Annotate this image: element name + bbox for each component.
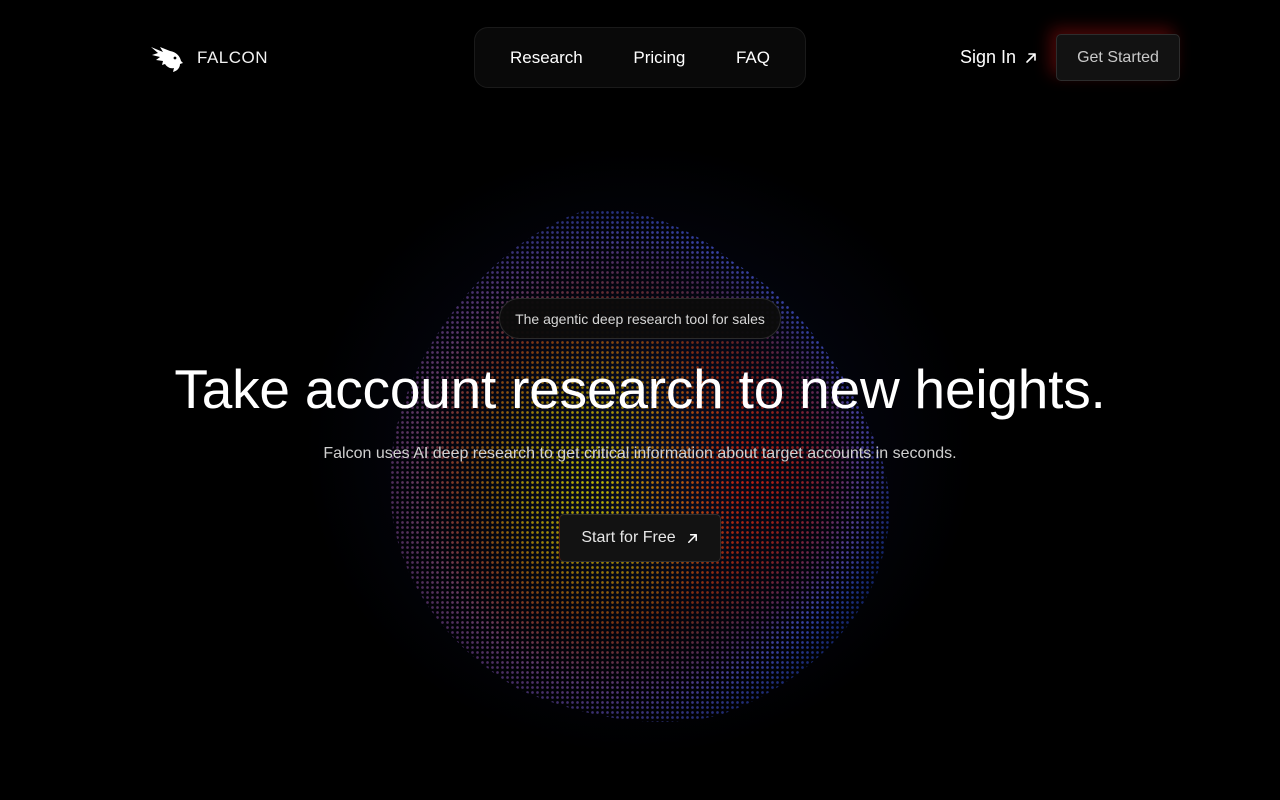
nav-link-pricing[interactable]: Pricing — [633, 48, 685, 68]
hero-headline: Take account research to new heights. — [174, 358, 1106, 420]
landing-page: FALCON Research Pricing FAQ Sign In Get … — [0, 0, 1280, 800]
top-nav: FALCON Research Pricing FAQ Sign In Get … — [0, 0, 1280, 116]
sign-in-link[interactable]: Sign In — [960, 45, 1038, 70]
arrow-up-right-icon — [687, 533, 697, 543]
nav-link-faq[interactable]: FAQ — [736, 48, 770, 68]
arrow-up-right-icon — [1026, 52, 1036, 63]
start-for-free-button[interactable]: Start for Free — [559, 514, 721, 562]
falcon-head-icon — [151, 47, 183, 72]
tagline-badge: The agentic deep research tool for sales — [499, 298, 781, 339]
orb-graphic — [390, 208, 890, 722]
get-started-button[interactable]: Get Started — [1056, 34, 1180, 81]
nav-link-research[interactable]: Research — [510, 48, 583, 68]
sign-in-label: Sign In — [960, 47, 1017, 67]
brand-name: FALCON — [197, 48, 269, 67]
hero-subtext: Falcon uses AI deep research to get crit… — [323, 445, 957, 462]
brand-logo[interactable]: FALCON — [150, 42, 268, 74]
cta-label: Start for Free — [581, 529, 676, 546]
hero-orb — [370, 200, 910, 730]
nav-menu: Research Pricing FAQ — [474, 27, 806, 88]
